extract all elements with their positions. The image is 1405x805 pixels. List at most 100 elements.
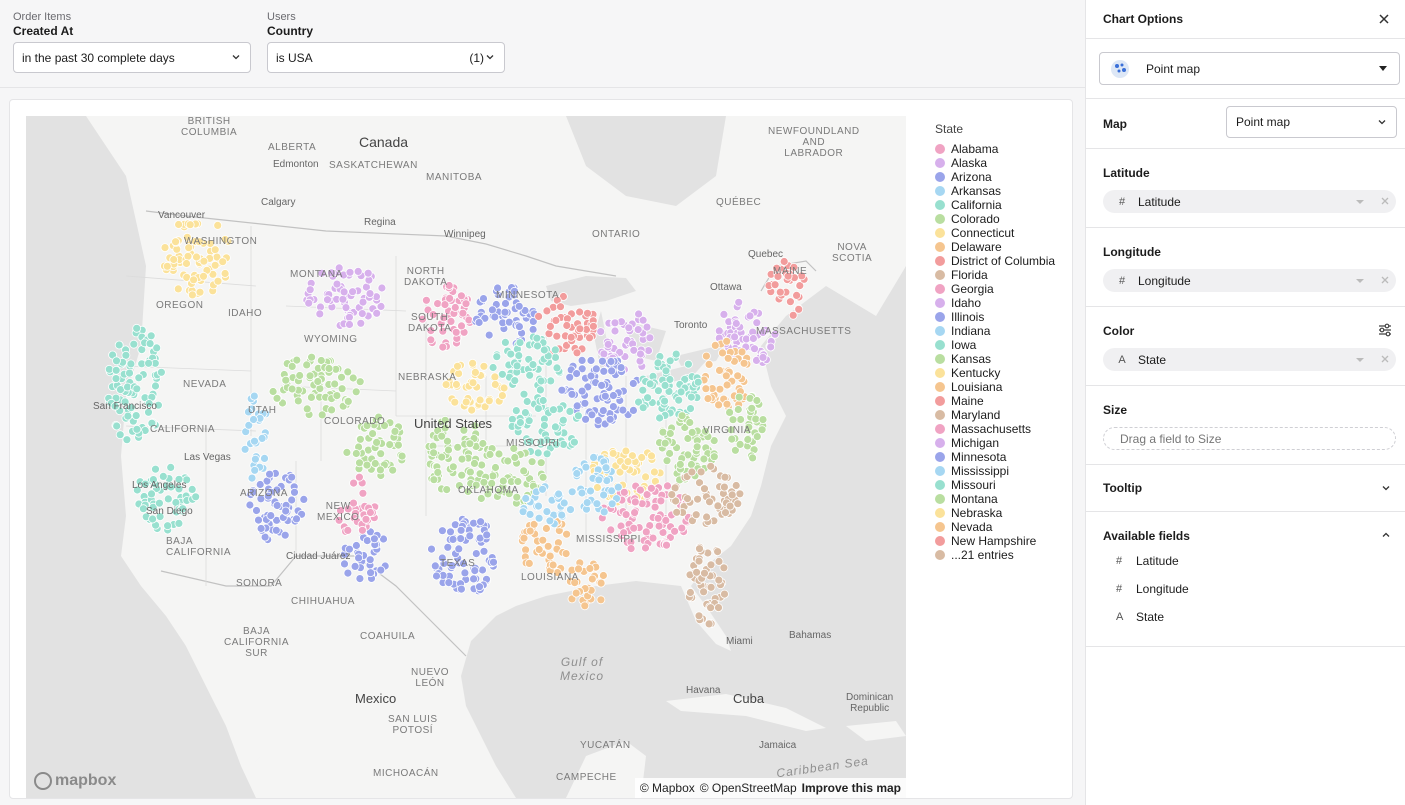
- map-point[interactable]: [475, 395, 485, 405]
- map-point[interactable]: [189, 275, 199, 285]
- map-point[interactable]: [315, 309, 325, 319]
- map-point[interactable]: [145, 339, 155, 349]
- map-point[interactable]: [351, 387, 361, 397]
- map-point[interactable]: [580, 398, 590, 408]
- map-point[interactable]: [510, 376, 520, 386]
- map-point[interactable]: [551, 422, 560, 432]
- map-point[interactable]: [702, 512, 711, 522]
- map-point[interactable]: [305, 371, 315, 381]
- map-point[interactable]: [132, 323, 142, 333]
- map-point[interactable]: [630, 508, 639, 518]
- map-point[interactable]: [191, 492, 201, 502]
- map-point[interactable]: [482, 530, 492, 540]
- map-point[interactable]: [111, 374, 121, 384]
- map-point[interactable]: [515, 338, 525, 348]
- attribution-link[interactable]: © Mapbox: [640, 781, 695, 795]
- map-point[interactable]: [566, 332, 576, 342]
- map-point[interactable]: [727, 434, 737, 444]
- map-point[interactable]: [433, 467, 443, 477]
- map-point[interactable]: [752, 396, 762, 405]
- map-point[interactable]: [699, 454, 709, 464]
- map-point[interactable]: [600, 391, 610, 401]
- map-point[interactable]: [343, 525, 353, 535]
- map-point[interactable]: [450, 397, 460, 407]
- map-point[interactable]: [388, 465, 398, 475]
- map-type-select[interactable]: Point map: [1226, 106, 1397, 138]
- map-point[interactable]: [534, 501, 543, 511]
- map-point[interactable]: [151, 464, 160, 474]
- map-point[interactable]: [488, 471, 498, 481]
- map-point[interactable]: [146, 331, 156, 341]
- map-point[interactable]: [536, 458, 546, 468]
- country-filter-select[interactable]: is USA (1): [267, 42, 505, 73]
- map-point[interactable]: [183, 251, 193, 261]
- map-point[interactable]: [163, 494, 173, 504]
- map-point[interactable]: [437, 526, 447, 536]
- map-point[interactable]: [341, 303, 351, 313]
- map-point[interactable]: [199, 256, 209, 266]
- map-point[interactable]: [343, 396, 353, 406]
- map-point[interactable]: [525, 370, 535, 380]
- map-point[interactable]: [397, 451, 407, 461]
- map-point[interactable]: [427, 544, 436, 554]
- map-point[interactable]: [432, 571, 441, 581]
- map-point[interactable]: [601, 463, 611, 473]
- map-point[interactable]: [519, 389, 529, 399]
- map-point[interactable]: [571, 588, 581, 598]
- map-point[interactable]: [479, 294, 488, 304]
- map-point[interactable]: [663, 481, 672, 491]
- map-point[interactable]: [281, 375, 291, 385]
- map-point[interactable]: [437, 452, 447, 462]
- map-point[interactable]: [250, 436, 259, 446]
- map-point[interactable]: [299, 494, 309, 504]
- map-point[interactable]: [365, 508, 375, 517]
- legend-item[interactable]: Delaware: [935, 240, 1065, 254]
- map-point[interactable]: [131, 411, 141, 421]
- map-point[interactable]: [735, 489, 745, 499]
- map-point[interactable]: [705, 497, 714, 507]
- map-point[interactable]: [160, 243, 170, 253]
- map-point[interactable]: [710, 340, 720, 350]
- improve-map-link[interactable]: Improve this map: [802, 781, 901, 795]
- map-point[interactable]: [725, 407, 734, 417]
- map-point[interactable]: [185, 220, 195, 230]
- map-point[interactable]: [307, 352, 317, 362]
- map-point[interactable]: [437, 431, 447, 441]
- map-point[interactable]: [645, 333, 655, 343]
- map-point[interactable]: [290, 487, 299, 497]
- map-point[interactable]: [696, 467, 706, 477]
- legend-item[interactable]: Louisiana: [935, 380, 1065, 394]
- map-point[interactable]: [598, 356, 607, 366]
- map-point[interactable]: [731, 481, 741, 490]
- map-point[interactable]: [736, 415, 745, 424]
- map-point[interactable]: [592, 499, 602, 509]
- map-point[interactable]: [704, 359, 714, 369]
- map-point[interactable]: [479, 361, 489, 371]
- map-point[interactable]: [739, 358, 749, 368]
- map-point[interactable]: [758, 352, 768, 362]
- map-point[interactable]: [556, 302, 565, 312]
- map-point[interactable]: [605, 414, 615, 424]
- legend-item[interactable]: ...21 entries: [935, 548, 1065, 562]
- legend-item[interactable]: Indiana: [935, 324, 1065, 338]
- map-point[interactable]: [362, 536, 372, 546]
- map-point[interactable]: [558, 415, 568, 425]
- map-point[interactable]: [551, 352, 560, 362]
- map-point[interactable]: [247, 473, 257, 483]
- map-point[interactable]: [722, 399, 732, 409]
- map-point[interactable]: [421, 295, 431, 305]
- map-point[interactable]: [527, 457, 537, 467]
- map-point[interactable]: [461, 397, 471, 407]
- map-point[interactable]: [672, 507, 682, 517]
- map-point[interactable]: [357, 309, 367, 319]
- map-point[interactable]: [704, 619, 714, 629]
- map-point[interactable]: [514, 322, 524, 332]
- map-point[interactable]: [685, 418, 695, 427]
- map-point[interactable]: [240, 444, 250, 454]
- map-point[interactable]: [713, 501, 723, 511]
- map-point[interactable]: [557, 510, 567, 520]
- map-point[interactable]: [125, 368, 134, 378]
- map-point[interactable]: [570, 437, 579, 447]
- map-point[interactable]: [524, 416, 534, 426]
- map-point[interactable]: [351, 449, 361, 458]
